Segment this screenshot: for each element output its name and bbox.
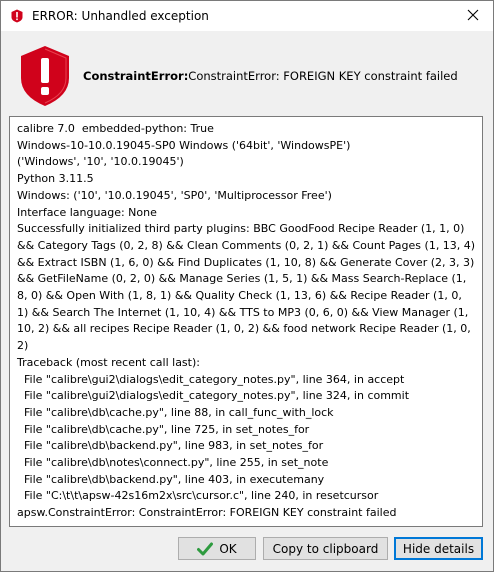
traceback-line: apsw.ConstraintError: ConstraintError: F… <box>17 506 397 520</box>
details-line: calibre 7.0 embedded-python: True <box>17 122 214 135</box>
checkmark-icon <box>197 542 214 556</box>
error-dialog: ERROR: Unhandled exception ConstraintErr… <box>0 0 494 572</box>
hide-details-label: Hide details <box>402 541 475 556</box>
error-text: ConstraintError: FOREIGN KEY constraint … <box>188 69 458 83</box>
traceback-line: File "calibre\db\backend.py", line 403, … <box>17 472 325 486</box>
error-shield-icon <box>17 44 73 108</box>
window-title: ERROR: Unhandled exception <box>32 9 209 23</box>
ok-label: OK <box>219 541 237 556</box>
traceback-line: File "calibre\db\cache.py", line 725, in… <box>17 422 310 436</box>
traceback-line: File "calibre\gui2\dialogs\edit_category… <box>17 372 405 386</box>
plugins-paragraph: Successfully initialized third party plu… <box>17 222 476 353</box>
details-line: Python 3.11.5 <box>17 172 94 186</box>
traceback-line: File "calibre\db\backend.py", line 983, … <box>17 439 324 453</box>
traceback-line: File "calibre\db\cache.py", line 88, in … <box>17 405 334 419</box>
error-message: ConstraintError:ConstraintError: FOREIGN… <box>83 69 458 83</box>
details-text-area[interactable]: calibre 7.0 embedded-python: True Window… <box>9 116 483 527</box>
traceback-line: File "C:\t\t\apsw-42s16m2x\src\cursor.c"… <box>17 489 379 503</box>
details-line: Windows-10-10.0.19045-SP0 Windows ('64bi… <box>17 138 351 152</box>
close-icon <box>467 9 479 24</box>
copy-to-clipboard-button[interactable]: Copy to clipboard <box>263 537 388 560</box>
traceback-line: File "calibre\db\notes\connect.py", line… <box>17 456 329 470</box>
details-line: Windows: ('10', '10.0.19045', 'SP0', 'Mu… <box>17 188 332 202</box>
copy-label: Copy to clipboard <box>272 541 379 556</box>
title-bar: ERROR: Unhandled exception <box>1 1 493 31</box>
details-line: ('Windows', '10', '10.0.19045') <box>17 155 184 169</box>
traceback-line: File "calibre\gui2\dialogs\edit_category… <box>17 389 410 403</box>
details-line: Interface language: None <box>17 205 157 219</box>
ok-button[interactable]: OK <box>178 537 256 560</box>
error-shield-icon <box>10 9 24 23</box>
error-type: ConstraintError: <box>83 69 189 83</box>
hide-details-button[interactable]: Hide details <box>394 537 483 560</box>
close-button[interactable] <box>453 1 493 31</box>
error-header: ConstraintError:ConstraintError: FOREIGN… <box>1 31 493 117</box>
traceback-line: Traceback (most recent call last): <box>17 355 200 369</box>
